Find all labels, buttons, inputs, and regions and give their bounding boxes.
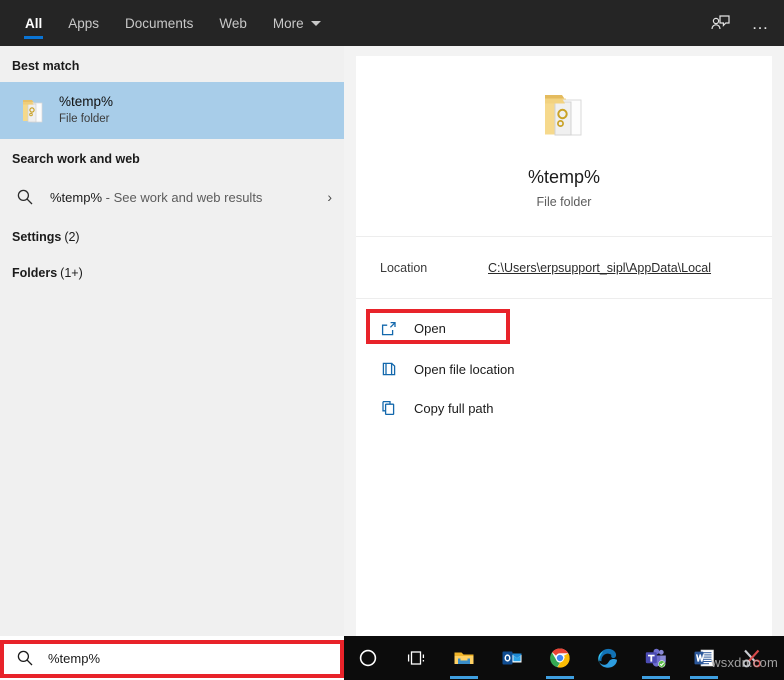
action-open-file-location[interactable]: Open file location bbox=[356, 353, 772, 385]
task-view-icon[interactable] bbox=[392, 636, 440, 680]
category-count-settings: (2) bbox=[64, 230, 80, 244]
feedback-person-icon[interactable] bbox=[706, 9, 734, 37]
action-gap-1 bbox=[356, 346, 772, 353]
action-open[interactable]: Open bbox=[356, 311, 772, 346]
tab-web-label: Web bbox=[219, 15, 247, 31]
location-row: Location C:\Users\erpsupport_sipl\AppDat… bbox=[356, 237, 772, 298]
search-header: All Apps Documents Web More … bbox=[0, 0, 784, 46]
teams-icon[interactable] bbox=[632, 636, 680, 680]
preview-subtitle: File folder bbox=[536, 194, 592, 209]
tab-more[interactable]: More bbox=[260, 0, 334, 46]
chrome-icon[interactable] bbox=[536, 636, 584, 680]
tab-web[interactable]: Web bbox=[206, 0, 260, 46]
action-copy-full-path[interactable]: Copy full path bbox=[356, 392, 772, 424]
copy-icon bbox=[380, 399, 410, 417]
tab-all-label: All bbox=[25, 15, 43, 31]
taskbar-search-box[interactable] bbox=[0, 636, 344, 680]
detail-pane: %temp% File folder Location C:\Users\erp… bbox=[356, 56, 772, 636]
web-result-suffix: - See work and web results bbox=[102, 189, 263, 205]
edge-icon[interactable] bbox=[584, 636, 632, 680]
folder-icon bbox=[12, 95, 54, 127]
outlook-icon[interactable] bbox=[488, 636, 536, 680]
category-label-settings: Settings bbox=[12, 230, 62, 244]
chevron-right-icon[interactable]: › bbox=[327, 189, 332, 205]
tab-apps[interactable]: Apps bbox=[55, 0, 112, 46]
ellipsis-icon[interactable]: … bbox=[752, 15, 771, 32]
tab-all[interactable]: All bbox=[12, 0, 55, 46]
action-open-file-location-label: Open file location bbox=[414, 361, 515, 377]
watermark: wsxdn.com bbox=[711, 655, 778, 670]
cortana-icon[interactable] bbox=[344, 636, 392, 680]
preview-title: %temp% bbox=[527, 166, 601, 187]
location-value-link[interactable]: C:\Users\erpsupport_sipl\AppData\Local bbox=[488, 261, 711, 275]
file-explorer-icon[interactable] bbox=[440, 636, 488, 680]
action-copy-full-path-label: Copy full path bbox=[414, 400, 494, 416]
result-text: %temp% File folder bbox=[54, 93, 113, 128]
open-external-icon bbox=[380, 320, 410, 338]
category-count-folders: (1+) bbox=[60, 266, 83, 280]
tab-documents[interactable]: Documents bbox=[112, 0, 206, 46]
windows-search-flyout: All Apps Documents Web More … Best match… bbox=[0, 0, 784, 636]
search-input[interactable] bbox=[44, 650, 304, 666]
preview-section: %temp% File folder bbox=[356, 56, 772, 236]
web-result-row[interactable]: %temp% - See work and web results › bbox=[0, 175, 344, 219]
search-icon bbox=[16, 649, 44, 667]
location-label: Location bbox=[380, 260, 428, 275]
tab-more-label: More bbox=[272, 15, 304, 31]
tab-documents-label: Documents bbox=[125, 15, 194, 31]
web-result-label: %temp% - See work and web results bbox=[46, 190, 327, 205]
category-row-folders[interactable]: Folders (1+) bbox=[0, 255, 344, 291]
open-file-location-icon bbox=[380, 360, 410, 378]
tab-apps-label: Apps bbox=[68, 15, 100, 31]
action-gap-2 bbox=[356, 385, 772, 392]
category-row-settings[interactable]: Settings (2) bbox=[0, 219, 344, 255]
preview-folder-icon bbox=[532, 84, 596, 153]
result-subtitle: File folder bbox=[59, 113, 110, 125]
result-title: %temp% bbox=[59, 94, 114, 109]
chevron-down-icon bbox=[310, 20, 321, 26]
search-flyout-screen: All Apps Documents Web More … Best match… bbox=[0, 0, 784, 680]
actions-list: Open Open file location Copy full path bbox=[356, 299, 772, 424]
search-web-heading: Search work and web bbox=[12, 152, 140, 166]
best-match-heading: Best match bbox=[12, 59, 80, 73]
header-actions: … bbox=[706, 0, 771, 46]
search-tabs: All Apps Documents Web More bbox=[0, 0, 334, 46]
result-item-best-match[interactable]: %temp% File folder bbox=[0, 82, 344, 139]
action-open-label: Open bbox=[414, 321, 446, 336]
web-result-query: %temp% bbox=[50, 189, 103, 205]
taskbar: wsxdn.com bbox=[0, 636, 784, 680]
results-pane: Best match %temp% File folder Search wor… bbox=[0, 46, 344, 636]
search-icon bbox=[16, 188, 46, 206]
category-label-folders: Folders bbox=[12, 266, 58, 280]
